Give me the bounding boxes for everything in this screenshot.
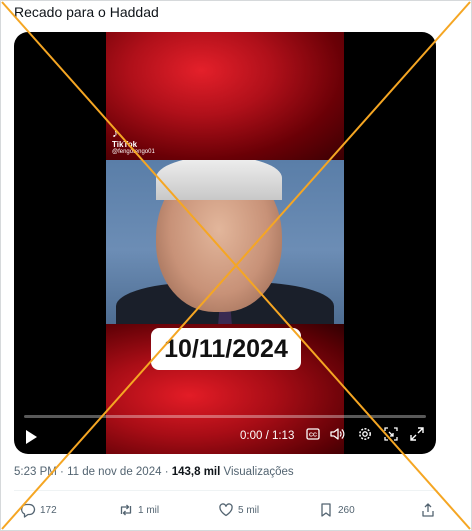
post-meta: 5:23 PM · 11 de nov de 2024 · 143,8 mil … [14,466,294,478]
hair [156,160,282,200]
post-time[interactable]: 5:23 PM [14,466,57,478]
action-bar: 172 1 mil 5 mil 260 [0,500,472,524]
tiktok-icon: ♪ [112,125,119,140]
like-icon [219,503,233,517]
post-date[interactable]: 11 de nov de 2024 [67,466,161,478]
settings-icon[interactable] [356,427,374,445]
views-count: 143,8 mil [171,466,221,478]
fullscreen-icon[interactable] [408,427,426,445]
repost-icon [120,504,132,516]
share-icon [422,503,434,517]
tiktok-label: TikTok [112,140,138,149]
repost-button[interactable]: 1 mil [118,502,159,518]
views-label: Visualizações [220,466,294,478]
date-caption: 10/11/2024 [151,328,301,370]
post-text: Recado para o Haddad [14,4,159,20]
video-progress-bar[interactable] [24,415,426,418]
svg-text:CC: CC [309,433,317,439]
tiktok-watermark: ♪ TikTok @fengotengo01 [112,126,192,155]
reply-count: 172 [40,504,57,516]
repost-count: 1 mil [138,504,160,516]
tiktok-handle: @fengotengo01 [112,149,155,155]
video-frame: ♪ TikTok @fengotengo01 10/11/2024 [106,32,344,454]
portrait-image [106,160,344,324]
closed-captions-icon[interactable]: CC [304,427,322,445]
divider [14,490,438,491]
like-button[interactable]: 5 mil [218,502,259,518]
video-time: 0:00 / 1:13 [240,430,295,442]
reply-icon [21,503,36,518]
meta-separator: · [56,466,68,478]
reply-button[interactable]: 172 [20,502,57,518]
share-button[interactable] [420,502,436,518]
bookmark-count: 260 [338,504,355,516]
bookmark-button[interactable]: 260 [318,502,355,518]
meta-separator: · [161,466,172,478]
picture-in-picture-icon[interactable] [382,427,400,445]
video-player[interactable]: ♪ TikTok @fengotengo01 10/11/2024 0:00 /… [14,32,436,454]
volume-icon[interactable] [328,427,346,445]
bookmark-icon [321,503,331,517]
play-icon[interactable] [26,430,37,444]
video-controls: 0:00 / 1:13 CC [14,426,436,448]
like-count: 5 mil [238,504,260,516]
